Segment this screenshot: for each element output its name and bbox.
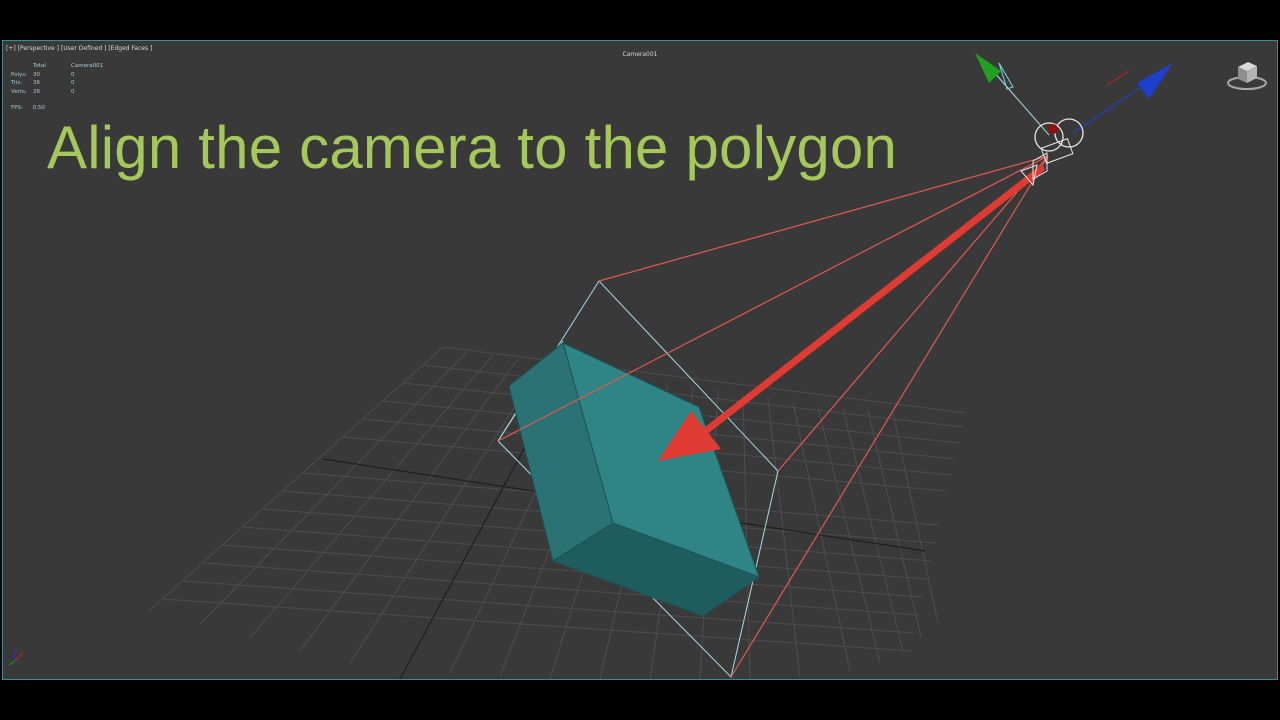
stats-row-label: Verts: xyxy=(11,88,27,95)
statistics-panel: Total Camera001 Polys: 30 0 Tris: 36 0 V… xyxy=(11,62,103,113)
stats-row: Tris: 36 0 xyxy=(11,79,103,88)
stats-header-row: Total Camera001 xyxy=(11,62,103,71)
axis-y-gizmo[interactable] xyxy=(975,53,1050,136)
stats-row-label: Tris: xyxy=(11,80,23,87)
viewcube-icon[interactable] xyxy=(1225,57,1269,93)
stats-row: Verts: 26 0 xyxy=(11,88,103,97)
active-camera-name: Camera001 xyxy=(622,51,658,58)
stats-row-selected: 0 xyxy=(71,80,75,87)
stats-header-label xyxy=(11,62,33,71)
fps-value: 0.50 xyxy=(32,105,45,112)
stats-row-selected: 0 xyxy=(71,71,75,78)
stats-row-total: 30 xyxy=(33,71,40,78)
perspective-viewport[interactable]: [+] [Perspective ] [User Defined ] [Edge… xyxy=(2,40,1278,680)
stats-row-total: 36 xyxy=(33,80,40,87)
box-polygon[interactable] xyxy=(508,342,761,617)
stats-row-label: Polys: xyxy=(11,71,27,78)
stats-header-selected: Camera001 xyxy=(71,63,104,69)
stats-row: Polys: 30 0 xyxy=(11,71,103,80)
stats-row-total: 26 xyxy=(33,88,40,95)
stats-row-selected: 0 xyxy=(71,88,75,95)
axis-z-gizmo[interactable] xyxy=(1072,63,1173,134)
axis-x-gizmo[interactable] xyxy=(1106,70,1130,86)
stats-header-total: Total xyxy=(33,63,46,69)
fps-label: FPS: xyxy=(11,105,23,112)
tutorial-caption: Align the camera to the polygon xyxy=(47,114,898,181)
fps-readout: FPS: 0.50 xyxy=(11,104,103,113)
axis-tripod-icon xyxy=(8,649,24,666)
camera-icon[interactable] xyxy=(975,53,1173,187)
